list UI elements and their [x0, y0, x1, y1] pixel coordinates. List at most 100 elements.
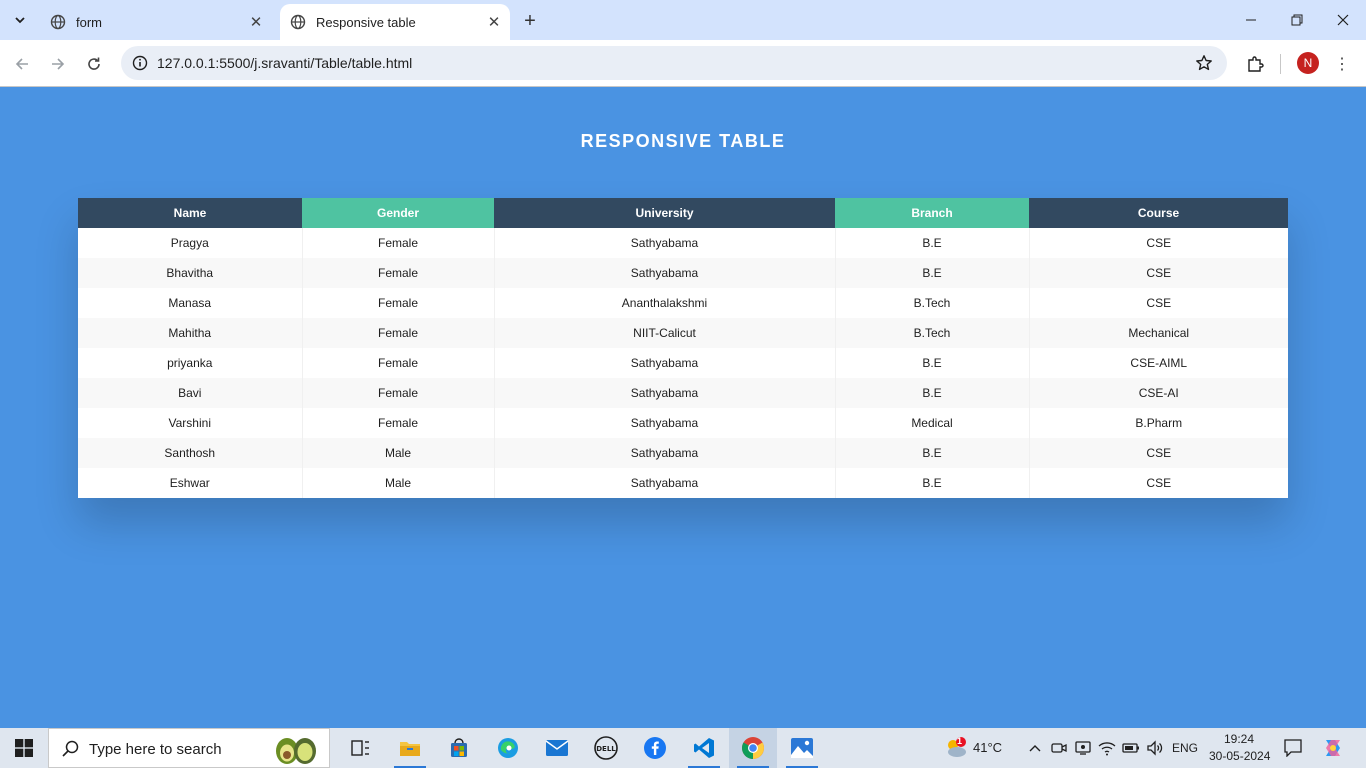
wifi-icon[interactable] — [1097, 738, 1117, 758]
site-info-icon[interactable] — [129, 52, 151, 74]
table-row: Bhavitha Female Sathyabama B.E CSE — [78, 258, 1288, 288]
taskbar-search-box[interactable]: Type here to search — [48, 728, 330, 768]
globe-icon — [290, 14, 306, 30]
column-header-branch: Branch — [835, 198, 1029, 228]
column-header-gender: Gender — [302, 198, 494, 228]
cell-gender: Female — [302, 378, 495, 408]
notification-icon[interactable] — [1283, 738, 1303, 758]
photos-icon[interactable] — [778, 728, 826, 768]
clock-time[interactable]: 19:24 — [1224, 732, 1254, 746]
weather-alert-badge: 1 — [957, 736, 963, 746]
reload-icon[interactable] — [80, 50, 108, 78]
cell-name: Bavi — [78, 378, 303, 408]
cell-course: CSE — [1029, 468, 1288, 498]
dell-icon[interactable]: DELL — [582, 728, 630, 768]
search-icon — [62, 740, 79, 757]
back-arrow-icon[interactable] — [8, 50, 36, 78]
close-tab-icon[interactable]: ✕ — [484, 12, 504, 32]
table-row: Varshini Female Sathyabama Medical B.Pha… — [78, 408, 1288, 438]
page-content: RESPONSIVE TABLE Name Gender University … — [0, 88, 1366, 728]
table-row: Santhosh Male Sathyabama B.E CSE — [78, 438, 1288, 468]
language-indicator[interactable]: ENG — [1172, 741, 1198, 755]
cell-name: Santhosh — [78, 438, 303, 468]
search-placeholder: Type here to search — [89, 741, 222, 758]
table-header-row: Name Gender University Branch Course — [78, 198, 1288, 228]
weather-icon[interactable] — [943, 736, 969, 760]
meet-now-icon[interactable] — [1049, 738, 1069, 758]
volume-icon[interactable] — [1145, 738, 1165, 758]
cell-course: CSE-AI — [1029, 378, 1288, 408]
battery-icon[interactable] — [1121, 738, 1141, 758]
cell-branch: B.E — [835, 438, 1030, 468]
cell-name: priyanka — [78, 348, 303, 378]
url-text[interactable]: 127.0.0.1:5500/j.sravanti/Table/table.ht… — [157, 55, 412, 71]
new-tab-button[interactable]: + — [518, 9, 542, 33]
page-title: RESPONSIVE TABLE — [580, 131, 786, 151]
tab-responsive-table[interactable]: Responsive table ✕ — [280, 4, 510, 40]
microsoft-store-icon[interactable] — [435, 728, 483, 768]
table-row: Manasa Female Ananthalakshmi B.Tech CSE — [78, 288, 1288, 318]
cell-course: CSE — [1029, 258, 1288, 288]
windows-start-icon[interactable] — [0, 728, 48, 768]
cell-university: Sathyabama — [494, 468, 836, 498]
cell-branch: B.E — [835, 468, 1030, 498]
cell-branch: B.E — [835, 378, 1030, 408]
globe-icon — [50, 14, 66, 30]
cell-name: Manasa — [78, 288, 303, 318]
table-row: Pragya Female Sathyabama B.E CSE — [78, 228, 1288, 258]
cell-university: Sathyabama — [494, 438, 836, 468]
cell-university: Sathyabama — [494, 408, 836, 438]
cell-branch: B.E — [835, 228, 1030, 258]
forward-arrow-icon[interactable] — [44, 50, 72, 78]
cell-gender: Male — [302, 438, 495, 468]
tab-title: form — [76, 14, 102, 30]
table-row: Mahitha Female NIIT-Calicut B.Tech Mecha… — [78, 318, 1288, 348]
file-explorer-icon[interactable] — [386, 728, 434, 768]
cell-course: CSE — [1029, 438, 1288, 468]
tab-search-chevron-icon[interactable] — [8, 8, 32, 32]
table-row: priyanka Female Sathyabama B.E CSE-AIML — [78, 348, 1288, 378]
extensions-puzzle-icon[interactable] — [1243, 52, 1267, 76]
bookmark-star-icon[interactable] — [1193, 52, 1215, 74]
cell-course: B.Pharm — [1029, 408, 1288, 438]
cell-name: Mahitha — [78, 318, 303, 348]
cell-branch: B.Tech — [835, 288, 1030, 318]
tab-form[interactable]: form ✕ — [40, 4, 272, 40]
tab-title: Responsive table — [316, 14, 416, 30]
display-icon[interactable] — [1073, 738, 1093, 758]
cell-name: Eshwar — [78, 468, 303, 498]
restore-icon[interactable] — [1274, 0, 1320, 40]
taskbar: Type here to search DELL 1 41°C ENG 19:2… — [0, 728, 1366, 768]
avocado-search-highlight-icon — [276, 738, 316, 764]
facebook-icon[interactable] — [631, 728, 679, 768]
column-header-course: Course — [1029, 198, 1288, 228]
cell-branch: B.E — [835, 348, 1030, 378]
copilot-icon[interactable] — [1321, 736, 1345, 760]
vscode-icon[interactable] — [680, 728, 728, 768]
minimize-icon[interactable] — [1228, 0, 1274, 40]
svg-text:DELL: DELL — [596, 745, 616, 753]
cell-gender: Male — [302, 468, 495, 498]
cell-gender: Female — [302, 288, 495, 318]
table-row: Eshwar Male Sathyabama B.E CSE — [78, 468, 1288, 498]
close-window-icon[interactable] — [1320, 0, 1366, 40]
profile-avatar[interactable]: N — [1297, 52, 1319, 74]
cell-gender: Female — [302, 348, 495, 378]
task-view-icon[interactable] — [336, 728, 384, 768]
toolbar-divider — [1280, 54, 1281, 74]
cell-name: Bhavitha — [78, 258, 303, 288]
more-menu-icon[interactable]: ⋮ — [1334, 52, 1350, 76]
weather-temperature[interactable]: 41°C — [973, 740, 1002, 755]
close-tab-icon[interactable]: ✕ — [246, 12, 266, 32]
clock-date[interactable]: 30-05-2024 — [1209, 749, 1270, 763]
show-hidden-icons-chevron-icon[interactable] — [1025, 738, 1045, 758]
browser-toolbar: 127.0.0.1:5500/j.sravanti/Table/table.ht… — [0, 40, 1366, 87]
address-bar[interactable]: 127.0.0.1:5500/j.sravanti/Table/table.ht… — [121, 46, 1227, 80]
cell-branch: B.Tech — [835, 318, 1030, 348]
edge-browser-icon[interactable] — [484, 728, 532, 768]
column-header-university: University — [494, 198, 835, 228]
cell-name: Pragya — [78, 228, 303, 258]
chrome-icon[interactable] — [729, 728, 777, 768]
cell-university: NIIT-Calicut — [494, 318, 836, 348]
mail-icon[interactable] — [533, 728, 581, 768]
